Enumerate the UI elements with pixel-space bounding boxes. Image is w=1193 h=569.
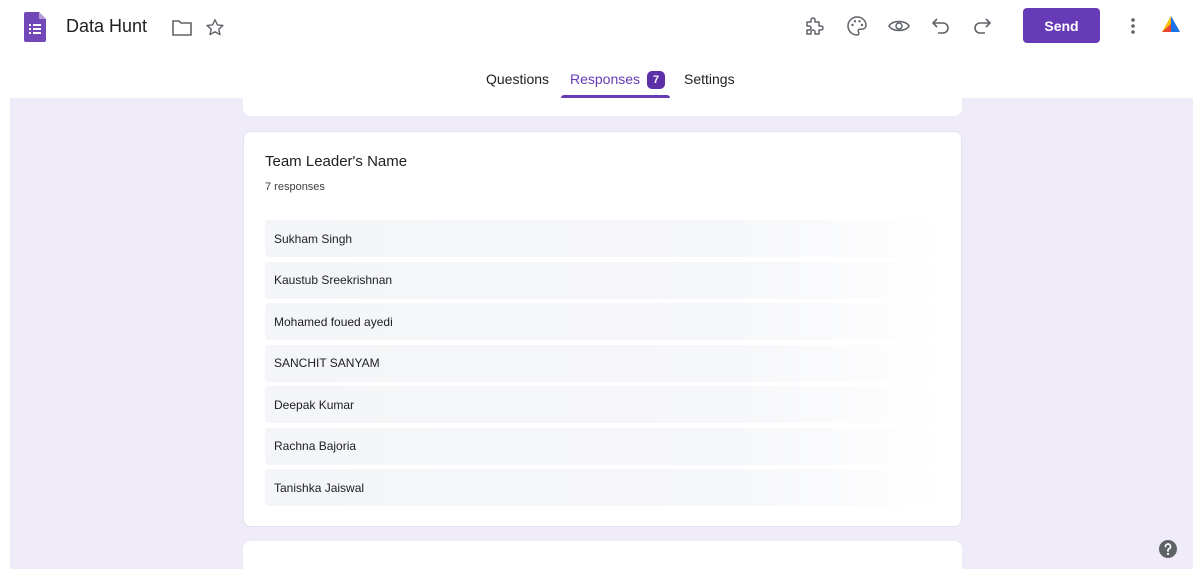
folder-icon[interactable]: [172, 20, 192, 36]
undo-icon[interactable]: [929, 14, 953, 38]
previous-question-card: [243, 98, 962, 116]
send-button[interactable]: Send: [1023, 8, 1100, 43]
account-icon[interactable]: [1160, 14, 1182, 36]
question-title: Team Leader's Name: [265, 153, 408, 170]
response-item: Deepak Kumar: [265, 386, 941, 423]
top-bar: Data Hunt Send: [0, 0, 1193, 54]
form-tabs: Questions Responses 7 Settings: [0, 64, 1193, 98]
response-item: Mohamed foued ayedi: [265, 303, 941, 340]
redo-icon[interactable]: [970, 14, 994, 38]
tab-responses-label: Responses: [570, 71, 641, 87]
response-item: Tanishka Jaiswal: [265, 469, 941, 506]
response-list: Sukham Singh Kaustub Sreekrishnan Mohame…: [265, 220, 941, 511]
tab-responses[interactable]: Responses 7: [561, 64, 670, 98]
document-title[interactable]: Data Hunt: [66, 16, 147, 37]
preview-eye-icon[interactable]: [887, 14, 911, 38]
help-icon[interactable]: [1158, 539, 1178, 559]
response-count: 7 responses: [265, 181, 325, 193]
response-item: Kaustub Sreekrishnan: [265, 261, 941, 299]
next-question-card: [243, 541, 962, 569]
more-vert-icon[interactable]: [1121, 14, 1145, 38]
forms-logo-icon[interactable]: [24, 12, 46, 42]
star-icon[interactable]: [204, 17, 226, 39]
response-item: Rachna Bajoria: [265, 427, 941, 465]
addon-puzzle-icon[interactable]: [802, 14, 826, 38]
response-item: Sukham Singh: [265, 220, 941, 257]
responses-content[interactable]: Team Leader's Name 7 responses Sukham Si…: [10, 98, 1193, 569]
question-summary-card: Team Leader's Name 7 responses Sukham Si…: [243, 131, 962, 527]
response-item: SANCHIT SANYAM: [265, 344, 941, 382]
palette-icon[interactable]: [845, 14, 869, 38]
responses-count-badge: 7: [647, 71, 665, 89]
